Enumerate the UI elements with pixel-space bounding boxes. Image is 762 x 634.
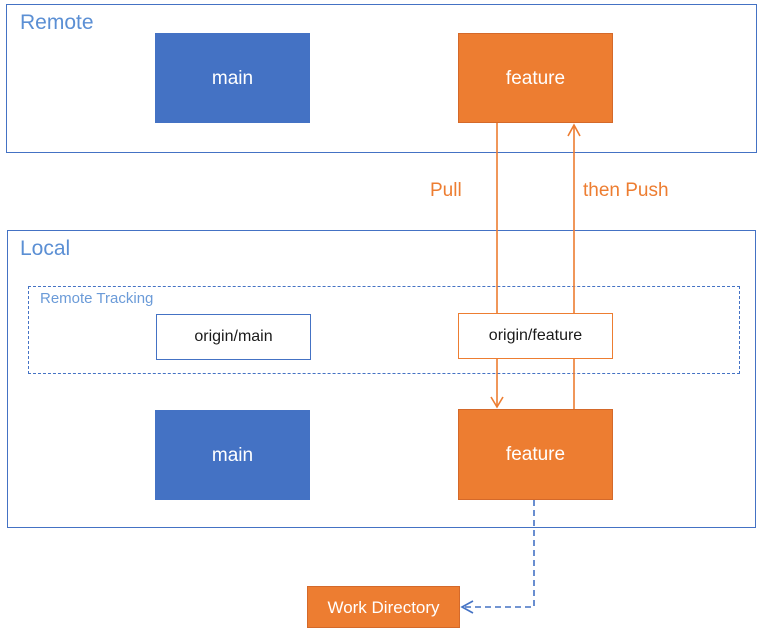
node-remote-main-label: main (211, 67, 254, 89)
local-container (7, 230, 756, 528)
remote-container (6, 4, 757, 153)
node-local-feature-label: feature (505, 444, 566, 465)
node-local-main-label: main (211, 444, 254, 466)
node-remote-main[interactable]: main (155, 33, 310, 123)
node-work-directory-label: Work Directory (327, 597, 440, 617)
node-origin-main[interactable]: origin/main (156, 314, 311, 360)
node-origin-feature[interactable]: origin/feature (458, 313, 613, 359)
node-remote-feature[interactable]: feature (458, 33, 613, 123)
edge-label-push: then Push (583, 180, 669, 201)
remote-container-label: Remote (20, 11, 94, 34)
node-local-feature[interactable]: feature (458, 409, 613, 500)
edge-label-pull: Pull (430, 180, 462, 201)
local-container-label: Local (20, 237, 71, 260)
remote-tracking-label: Remote Tracking (40, 290, 154, 307)
node-local-main[interactable]: main (155, 410, 310, 500)
node-origin-feature-label: origin/feature (488, 327, 583, 344)
node-work-directory[interactable]: Work Directory (307, 586, 460, 628)
node-origin-main-label: origin/main (194, 328, 273, 345)
node-remote-feature-label: feature (505, 67, 566, 89)
diagram-canvas: Remote main feature Pull then Push Local… (0, 0, 762, 634)
